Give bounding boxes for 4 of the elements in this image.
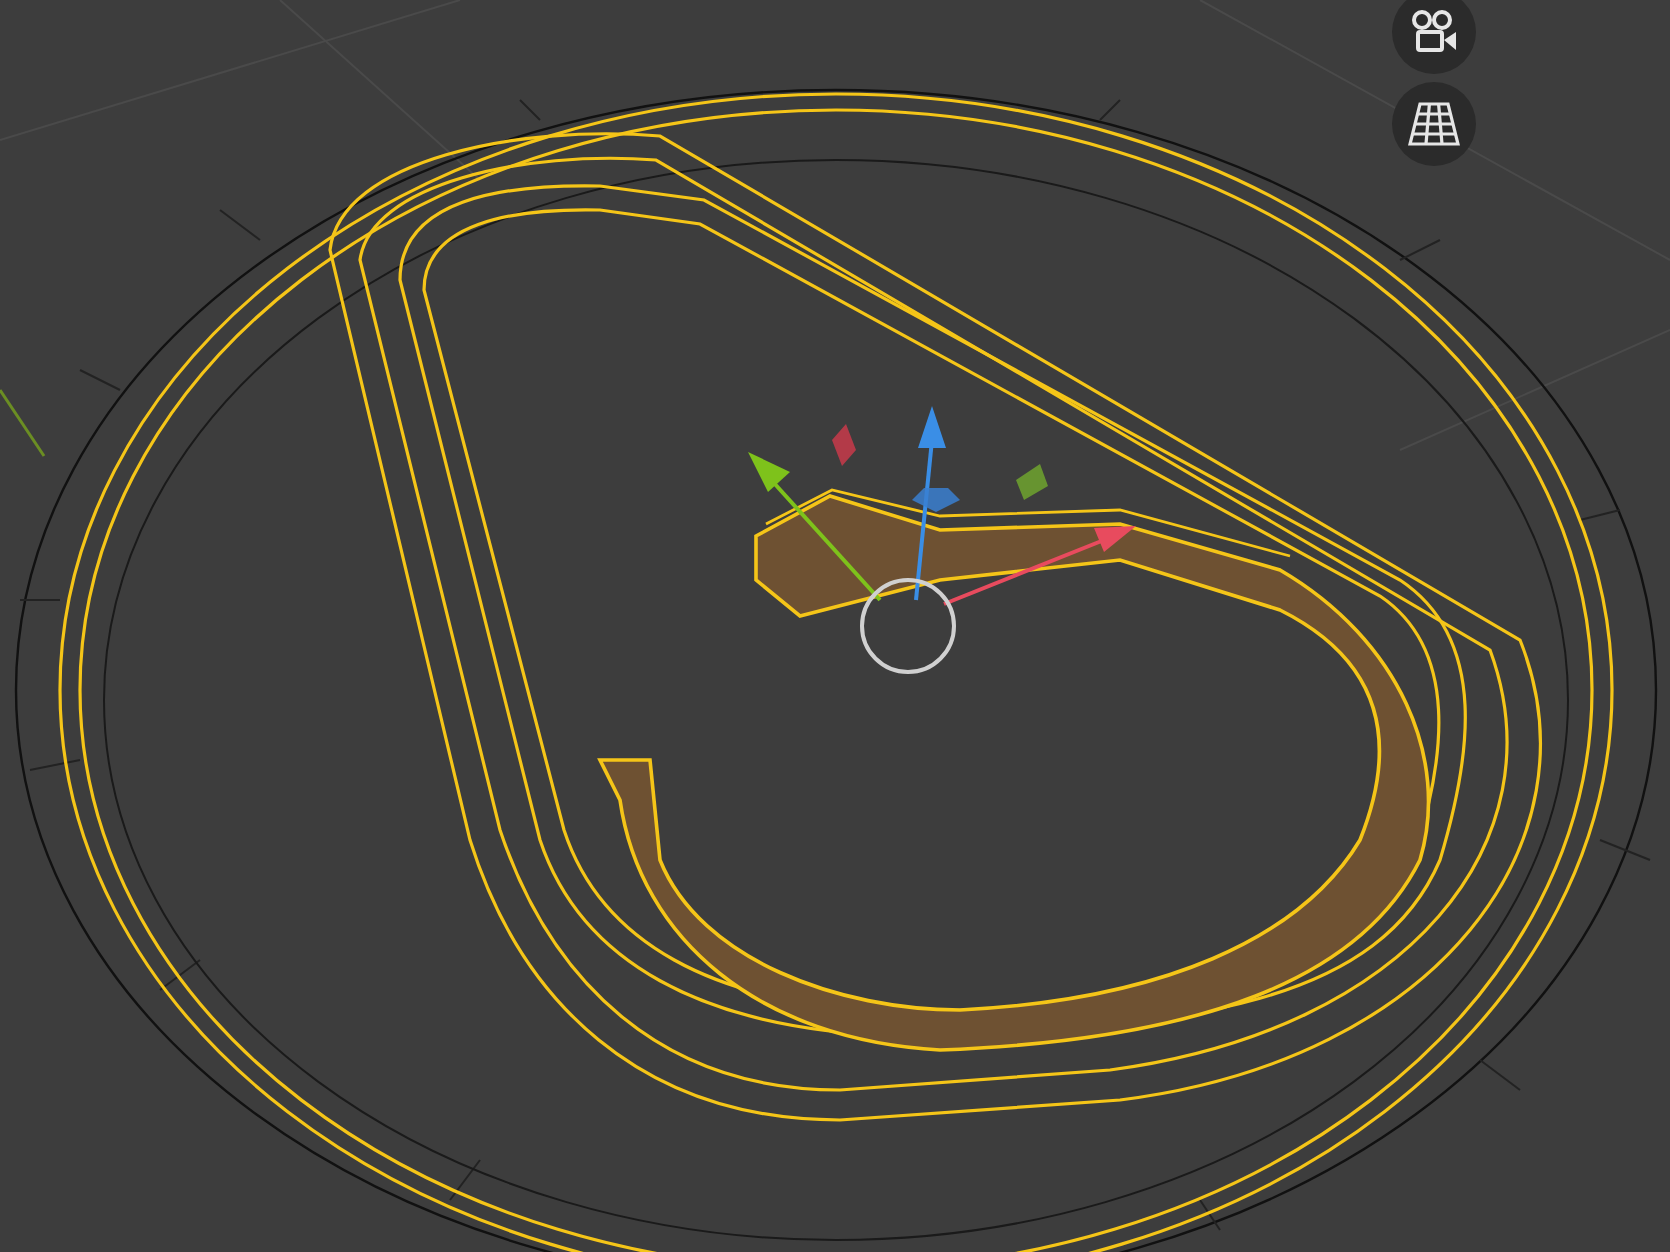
grid-icon <box>1408 102 1460 146</box>
axis-line <box>0 389 46 457</box>
transform-gizmo-drawing[interactable] <box>748 406 1136 674</box>
camera-icon <box>1408 8 1460 56</box>
